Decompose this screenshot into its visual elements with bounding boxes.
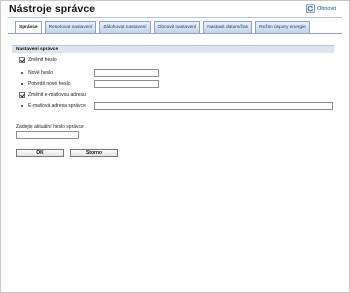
change-email-label: Změnit e-mailovou adresu <box>28 92 86 98</box>
new-password-row: Nové heslo <box>19 69 53 77</box>
tab-backup-settings[interactable]: Zálohovat nastavení <box>99 21 151 33</box>
change-email-checkbox[interactable] <box>19 92 25 98</box>
change-email-row: Změnit e-mailovou adresu <box>19 91 86 99</box>
new-password-field[interactable] <box>94 69 159 77</box>
section-header: Nastavení správce <box>12 45 334 53</box>
confirm-password-row: Potvrdit nové heslo <box>19 80 71 88</box>
admin-email-field[interactable] <box>94 102 333 110</box>
confirm-password-label: Potvrdit nové heslo <box>28 81 71 87</box>
bullet-icon <box>21 105 23 107</box>
tab-restore-settings[interactable]: Obnovit nastavení <box>153 21 201 33</box>
window-frame <box>0 0 350 293</box>
refresh-label: Obnovit <box>317 5 336 12</box>
current-password-field[interactable] <box>16 131 79 139</box>
new-password-label: Nové heslo <box>28 70 54 76</box>
tab-set-date-time[interactable]: Nastavit datum/čas <box>203 21 253 33</box>
tab-divider <box>8 33 342 34</box>
title-divider <box>8 17 342 18</box>
admin-email-row: E-mailová adresa správce <box>19 102 86 110</box>
tab-energy-saver[interactable]: Režim úspory energie <box>255 21 310 33</box>
cancel-button[interactable]: Storno <box>70 149 118 157</box>
refresh-button[interactable]: Obnovit <box>306 4 336 13</box>
bullet-icon <box>21 83 23 85</box>
current-password-label: Zadejte aktuální heslo správce <box>16 124 84 130</box>
bullet-icon <box>21 72 23 74</box>
change-password-checkbox[interactable] <box>19 57 25 63</box>
page-title: Nástroje správce <box>9 3 96 15</box>
change-password-label: Změnit heslo <box>28 57 57 63</box>
refresh-icon <box>306 4 315 13</box>
ok-button[interactable]: OK <box>16 149 64 157</box>
confirm-password-field[interactable] <box>94 80 159 88</box>
change-password-row: Změnit heslo <box>19 56 57 64</box>
admin-email-label: E-mailová adresa správce <box>28 103 86 109</box>
tab-reset-settings[interactable]: Resetovat nastavení <box>44 21 97 33</box>
